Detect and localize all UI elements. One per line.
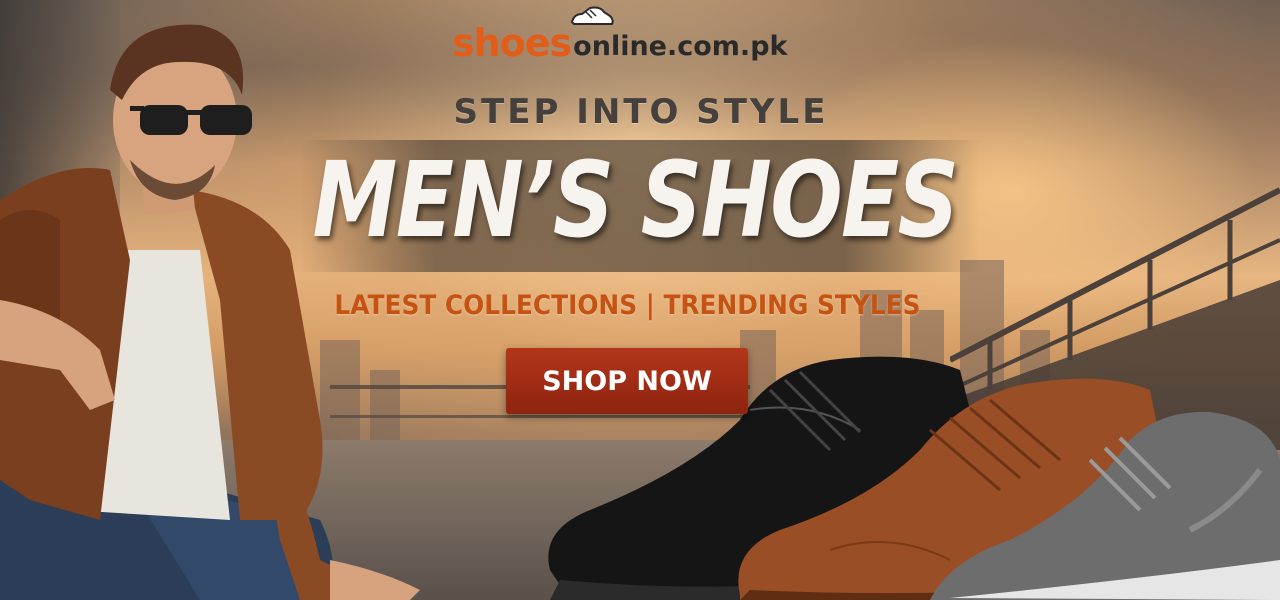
hero-banner: shoes online.com.pk STEP INTO STYLE MEN’… (0, 0, 1280, 600)
tagline: STEP INTO STYLE (0, 92, 1280, 132)
site-logo[interactable]: shoes online.com.pk (452, 6, 788, 65)
logo-text-primary: shoes (452, 21, 572, 65)
shoe-icon (570, 6, 614, 25)
shop-now-button[interactable]: SHOP NOW (506, 348, 748, 414)
page-title: MEN’S SHOES (312, 139, 960, 261)
logo-text-secondary: online.com.pk (573, 31, 788, 62)
tagline-text: STEP INTO STYLE (453, 92, 829, 132)
subtitle: LATEST COLLECTIONS | TRENDING STYLES (334, 290, 921, 321)
